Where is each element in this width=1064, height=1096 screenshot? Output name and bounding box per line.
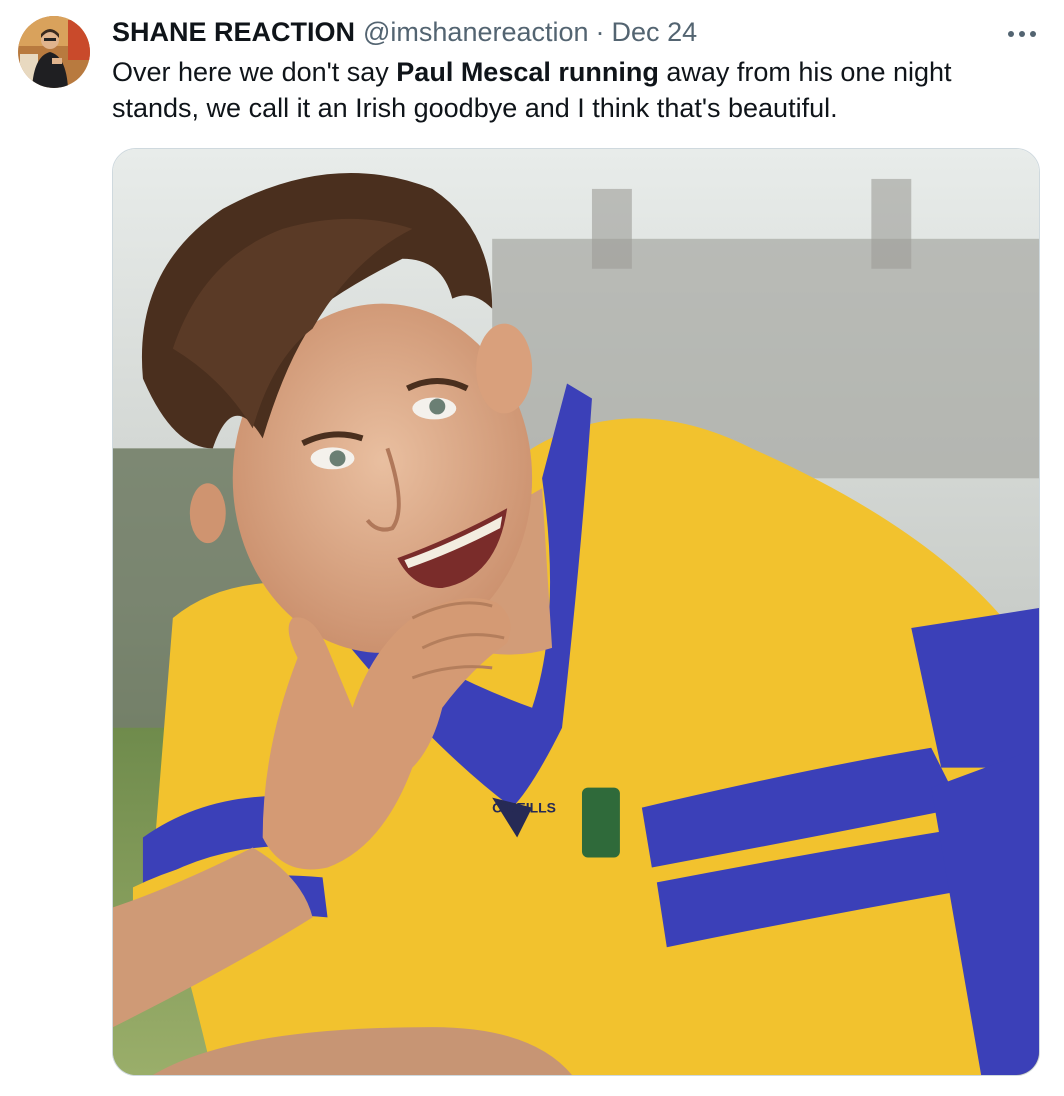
more-options-button[interactable] xyxy=(1000,18,1044,50)
tweet-date[interactable]: Dec 24 xyxy=(612,17,698,48)
tweet-text-bold: Paul Mescal running xyxy=(396,57,659,87)
tweet-media-photo[interactable]: O'NEILLS xyxy=(112,148,1040,1076)
tweet-header: SHANE REACTION @imshanereaction · Dec 24 xyxy=(112,14,697,50)
separator-dot: · xyxy=(595,16,605,47)
author-display-name[interactable]: SHANE REACTION xyxy=(112,17,355,48)
author-handle[interactable]: @imshanereaction xyxy=(363,17,589,48)
avatar-image xyxy=(18,16,90,88)
avatar[interactable] xyxy=(18,16,90,88)
jersey-logo-text: O'NEILLS xyxy=(492,800,556,816)
tweet[interactable]: SHANE REACTION @imshanereaction · Dec 24… xyxy=(0,0,1064,1096)
more-horizontal-icon xyxy=(1008,31,1036,37)
tweet-text: Over here we don't say Paul Mescal runni… xyxy=(112,54,1032,126)
photo-image: O'NEILLS xyxy=(113,149,1039,1075)
tweet-text-before: Over here we don't say xyxy=(112,57,397,87)
